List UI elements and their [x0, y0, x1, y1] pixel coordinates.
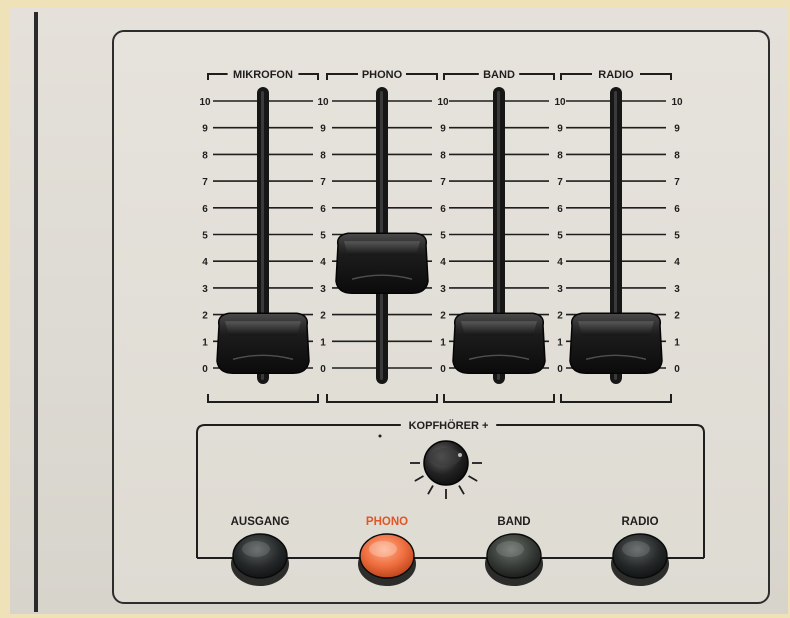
headphone-volume-knob[interactable] — [410, 440, 482, 499]
scale-number: 7 — [674, 177, 680, 188]
scale-labels: 0 1 2 3 4 5 6 7 8 9 10 — [554, 97, 566, 375]
scale-number: 9 — [557, 124, 563, 135]
scale-number: 0 — [557, 364, 563, 375]
scale-number: 1 — [320, 337, 326, 348]
source-button-label-phono: PHONO — [366, 516, 408, 528]
scale-number: 5 — [320, 231, 326, 242]
scale-number: 6 — [557, 204, 563, 215]
scale-number: 0 — [202, 364, 208, 375]
scale-number: 3 — [202, 284, 208, 295]
scale-number: 2 — [557, 311, 563, 322]
scale-number: 1 — [202, 337, 208, 348]
scale-number: 5 — [557, 231, 563, 242]
scale-number: 8 — [440, 150, 446, 161]
scale-number: 4 — [440, 257, 446, 268]
source-button-phono[interactable]: PHONO — [358, 516, 416, 586]
source-button-label-radio: RADIO — [621, 516, 658, 528]
scale-number: 10 — [437, 97, 449, 108]
scale-number: 3 — [320, 284, 326, 295]
headphone-label: KOPFHÖRER + — [409, 419, 489, 432]
scale-number: 6 — [320, 204, 326, 215]
scale-number: 0 — [440, 364, 446, 375]
scale-number: 0 — [320, 364, 326, 375]
scale-number: 5 — [202, 231, 208, 242]
fader-knob-radio[interactable] — [569, 312, 663, 375]
mixer-controls: MIKROFON PHONO BAND RADIO012345678910012345… — [196, 69, 705, 586]
scale-number: 5 — [440, 231, 446, 242]
scale-number: 2 — [674, 311, 680, 322]
scale-number: 2 — [202, 311, 208, 322]
scale-number: 7 — [557, 177, 563, 188]
fader-knob-band[interactable] — [452, 312, 546, 375]
source-button-section: AUSGANG PHONO BAND RADIO — [197, 516, 704, 586]
fader-mikrofon: MIKROFON — [207, 69, 319, 403]
channel-title-band: BAND — [483, 69, 515, 81]
scale-number: 3 — [557, 284, 563, 295]
source-button-label-band: BAND — [497, 516, 530, 528]
scale-number: 8 — [557, 150, 563, 161]
fader-radio: RADIO — [560, 69, 672, 403]
fader-knob-phono[interactable] — [335, 232, 429, 294]
scale-number: 1 — [557, 337, 563, 348]
channel-title-radio: RADIO — [598, 69, 634, 81]
scale-labels: 0 1 2 3 4 5 6 7 8 9 10 — [671, 97, 683, 375]
scale-number: 6 — [440, 204, 446, 215]
source-button-radio[interactable]: RADIO — [611, 516, 669, 586]
scale-number: 1 — [674, 337, 680, 348]
scale-number: 5 — [674, 231, 680, 242]
scale-number: 4 — [557, 257, 563, 268]
indicator-dot — [378, 434, 382, 438]
fader-band: BAND — [443, 69, 555, 403]
source-button-label-ausgang: AUSGANG — [231, 516, 290, 528]
scale-number: 9 — [202, 124, 208, 135]
scale-number: 0 — [674, 364, 680, 375]
scale-number: 4 — [320, 257, 326, 268]
scale-number: 9 — [440, 124, 446, 135]
scale-number: 4 — [674, 257, 680, 268]
scale-number: 7 — [440, 177, 446, 188]
fader-section: MIKROFON PHONO BAND RADIO012345678910012345… — [199, 69, 683, 403]
scale-number: 10 — [671, 97, 683, 108]
scale-number: 10 — [317, 97, 329, 108]
scale-number: 8 — [320, 150, 326, 161]
scale-labels: 0 1 2 3 4 5 6 7 8 9 10 — [437, 97, 449, 375]
scale-number: 10 — [554, 97, 566, 108]
scale-number: 7 — [202, 177, 208, 188]
scale-number: 6 — [202, 204, 208, 215]
source-button-ausgang[interactable]: AUSGANG — [231, 516, 290, 586]
fader-phono: PHONO — [326, 69, 438, 403]
scale-number: 2 — [440, 311, 446, 322]
scale-number: 8 — [674, 150, 680, 161]
scale-number: 2 — [320, 311, 326, 322]
scale-number: 9 — [320, 124, 326, 135]
mixer-photo: MIKROFON PHONO BAND RADIO 0 1 2 3 4 5 6 7 8 9 10 0 1 2 3 4 5… — [0, 0, 790, 618]
scale-number: 9 — [674, 124, 680, 135]
scale-number: 1 — [440, 337, 446, 348]
scale-number: 7 — [320, 177, 326, 188]
scale-number: 6 — [674, 204, 680, 215]
channel-title-phono: PHONO — [362, 69, 403, 81]
scale-number: 10 — [199, 97, 211, 108]
fader-knob-mikrofon[interactable] — [216, 312, 310, 375]
channel-title-mikrofon: MIKROFON — [233, 69, 293, 81]
scale-number: 3 — [440, 284, 446, 295]
scale-number: 4 — [202, 257, 208, 268]
scale-number: 8 — [202, 150, 208, 161]
scale-number: 3 — [674, 284, 680, 295]
source-button-band[interactable]: BAND — [485, 516, 543, 586]
scale-labels: 0 1 2 3 4 5 6 7 8 9 10 — [199, 97, 211, 375]
scale-labels: 0 1 2 3 4 5 6 7 8 9 10 — [317, 97, 329, 375]
